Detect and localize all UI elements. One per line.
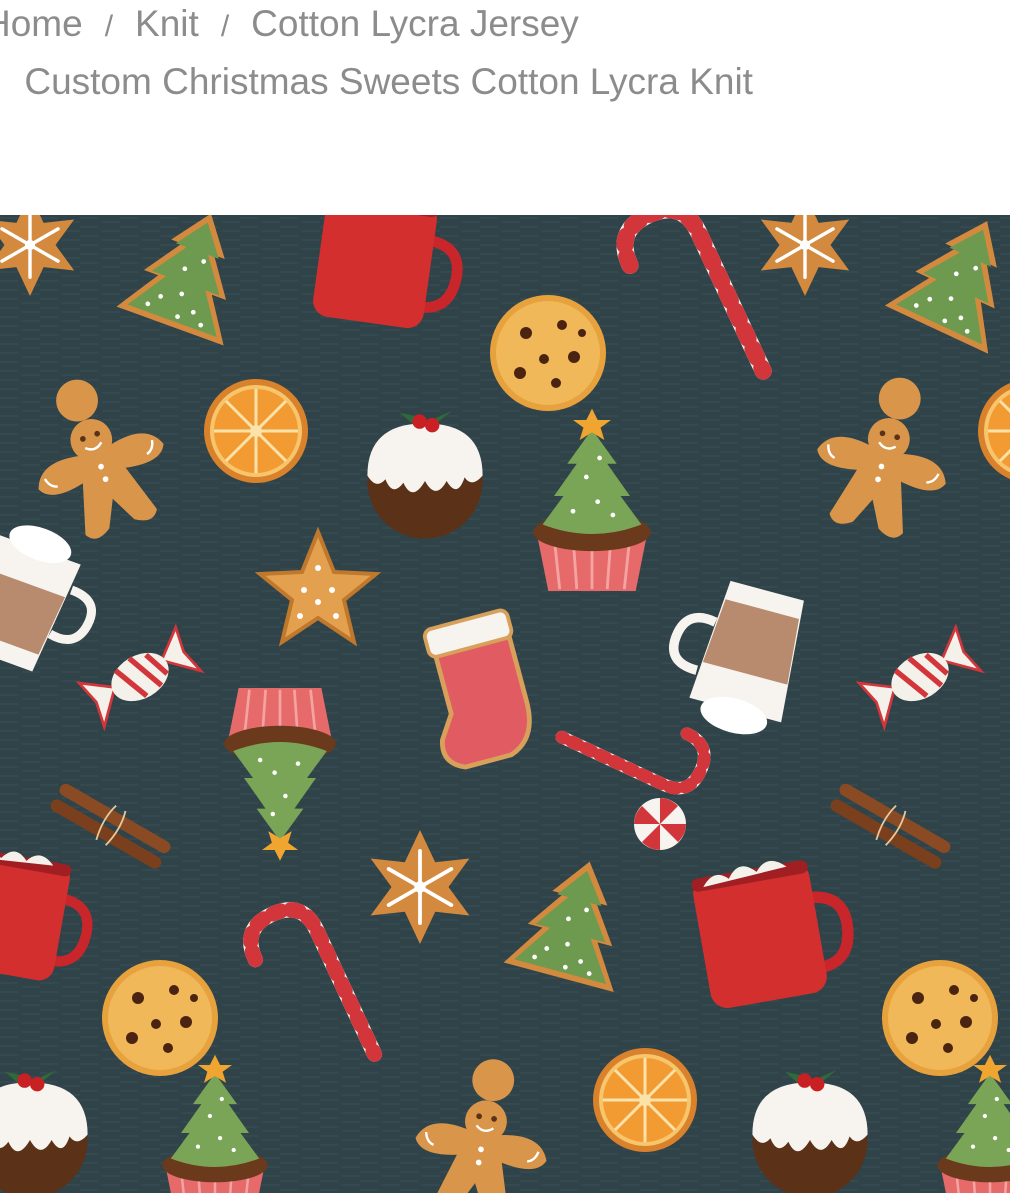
product-image[interactable] xyxy=(0,215,1010,1193)
breadcrumb-separator: / xyxy=(220,10,230,43)
breadcrumb-current-page: Custom Christmas Sweets Cotton Lycra Kni… xyxy=(24,61,753,102)
breadcrumb-cotton-lycra-jersey-link[interactable]: Cotton Lycra Jersey xyxy=(251,3,579,44)
breadcrumb: Home/Knit/Cotton Lycra Jersey /Custom Ch… xyxy=(0,0,1010,215)
breadcrumb-home-link[interactable]: Home xyxy=(0,3,83,44)
breadcrumb-separator: / xyxy=(104,10,114,43)
breadcrumb-separator: / xyxy=(0,68,24,101)
breadcrumb-line-1: Home / Knit / Cotton Lycra Jersey xyxy=(0,2,579,49)
fabric-pattern xyxy=(0,215,1010,1193)
breadcrumb-knit-link[interactable]: Knit xyxy=(135,3,199,44)
breadcrumb-line-2: /Custom Christmas Sweets Cotton Lycra Kn… xyxy=(0,60,753,107)
